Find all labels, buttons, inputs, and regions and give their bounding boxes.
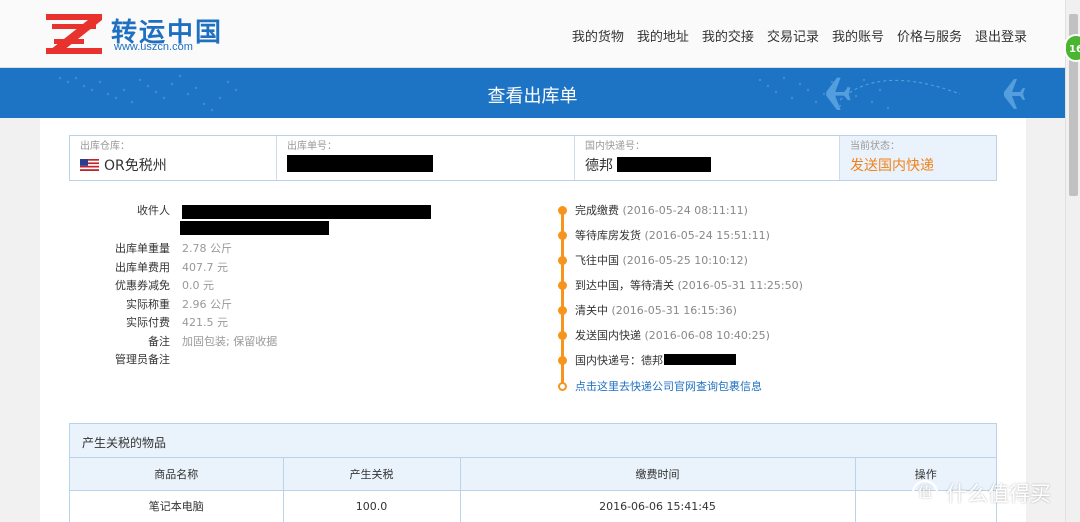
- weight-row: 出库单重量 2.78 公斤: [115, 242, 232, 255]
- remark-row: 备注 加固包装; 保留收据: [148, 334, 278, 348]
- nav-transactions[interactable]: 交易记录: [767, 26, 819, 45]
- status-cell: 当前状态： 发送国内快递: [840, 136, 996, 180]
- order-number-cell: 出库单号：: [277, 136, 575, 180]
- payment-time-cell: 2016-06-06 15:41:45: [460, 490, 856, 522]
- status-value: 发送国内快递: [850, 158, 934, 174]
- page-banner: 查看出库单: [0, 68, 1065, 118]
- timeline-dot-icon: [558, 256, 567, 265]
- timeline-dot-icon: [558, 331, 567, 340]
- track-package-link[interactable]: 点击这里去快递公司官网查询包裹信息: [575, 378, 762, 394]
- shipping-timeline: 完成缴费 (2016-05-24 08:11:11) 等待库房发货 (2016-…: [558, 202, 858, 400]
- notification-badge[interactable]: 16: [1064, 34, 1080, 62]
- table-header-row: 商品名称 产生关税 缴费时间 操作: [70, 458, 996, 491]
- nav-my-handover[interactable]: 我的交接: [702, 26, 754, 45]
- timeline-dot-icon: [558, 231, 567, 240]
- redacted-tracking-number: [664, 354, 736, 365]
- redacted-recipient-name: [182, 205, 431, 219]
- fee-row: 出库单费用 407.7 元: [115, 260, 228, 274]
- page-title: 查看出库单: [487, 86, 578, 107]
- status-label: 当前状态：: [850, 141, 900, 152]
- express-number-cell: 国内快递号： 德邦: [575, 136, 840, 180]
- redacted-order-number: [287, 155, 433, 172]
- nav-logout[interactable]: 退出登录: [975, 26, 1027, 45]
- actual-weight-row: 实际称重 2.96 公斤: [126, 297, 232, 311]
- timeline-dot-icon: [558, 306, 567, 315]
- order-number-label: 出库单号：: [287, 141, 337, 152]
- express-label: 国内快递号：: [585, 141, 645, 152]
- coupon-row: 优惠券减免 0.0 元: [115, 279, 214, 292]
- timeline-dot-icon: [558, 206, 567, 215]
- order-panel: 出库仓库： OR免税州 出库单号： 国内快递号： 德邦 当前状态： 发送国内快递…: [40, 118, 1026, 522]
- site-header: 转运中国 www.uszcn.com 我的货物 我的地址 我的交接 交易记录 我…: [0, 0, 1065, 68]
- paid-row: 实际付费 421.5 元: [126, 316, 228, 329]
- col-product-name: 商品名称: [70, 458, 284, 491]
- timeline-end-dot-icon: [558, 382, 567, 391]
- watermark-text: 什么值得买: [946, 482, 1051, 506]
- timeline-dot-icon: [558, 281, 567, 290]
- smzdm-logo-icon: 值: [912, 480, 938, 506]
- duty-table: 商品名称 产生关税 缴费时间 操作 笔记本电脑 100.0 2016-06-06…: [70, 458, 996, 522]
- top-nav: 我的货物 我的地址 我的交接 交易记录 我的账号 价格与服务 退出登录: [559, 26, 1027, 45]
- site-logo[interactable]: 转运中国 www.uszcn.com: [44, 12, 234, 56]
- warehouse-cell: 出库仓库： OR免税州: [70, 136, 277, 180]
- product-name-cell: 笔记本电脑: [70, 490, 284, 522]
- watermark: 值 什么值得买: [912, 478, 1051, 508]
- warehouse-label: 出库仓库：: [80, 141, 130, 152]
- logo-url: www.uszcn.com: [114, 41, 193, 53]
- nav-my-goods[interactable]: 我的货物: [572, 26, 624, 45]
- duty-amount-cell: 100.0: [283, 490, 461, 522]
- recipient-label: 收件人: [137, 204, 170, 217]
- col-payment-time: 缴费时间: [460, 458, 856, 491]
- duty-section-title: 产生关税的物品: [70, 424, 996, 458]
- nav-pricing[interactable]: 价格与服务: [897, 26, 962, 45]
- timeline-dot-icon: [558, 356, 567, 365]
- us-flag-icon: [80, 159, 99, 171]
- redacted-recipient-address: [180, 221, 329, 235]
- warehouse-value: OR免税州: [104, 158, 167, 174]
- table-row: 笔记本电脑 100.0 2016-06-06 15:41:45: [70, 490, 996, 522]
- duty-items-section: 产生关税的物品 商品名称 产生关税 缴费时间 操作 笔记本电脑 100.0 20…: [69, 423, 997, 522]
- admin-remark-row: 管理员备注: [115, 353, 170, 366]
- nav-my-account[interactable]: 我的账号: [832, 26, 884, 45]
- col-duty-amount: 产生关税: [283, 458, 461, 491]
- express-carrier: 德邦: [585, 158, 613, 174]
- redacted-express-number: [617, 157, 712, 172]
- nav-my-address[interactable]: 我的地址: [637, 26, 689, 45]
- recipient-row: 收件人: [110, 202, 442, 240]
- logo-z-icon: [46, 14, 102, 54]
- order-info-bar: 出库仓库： OR免税州 出库单号： 国内快递号： 德邦 当前状态： 发送国内快递: [69, 135, 997, 181]
- vertical-scrollbar[interactable]: [1065, 0, 1080, 522]
- order-details: 收件人 出库单重量 2.78 公斤 出库单费用 407.7 元 优惠券减免 0.0 元…: [110, 202, 442, 370]
